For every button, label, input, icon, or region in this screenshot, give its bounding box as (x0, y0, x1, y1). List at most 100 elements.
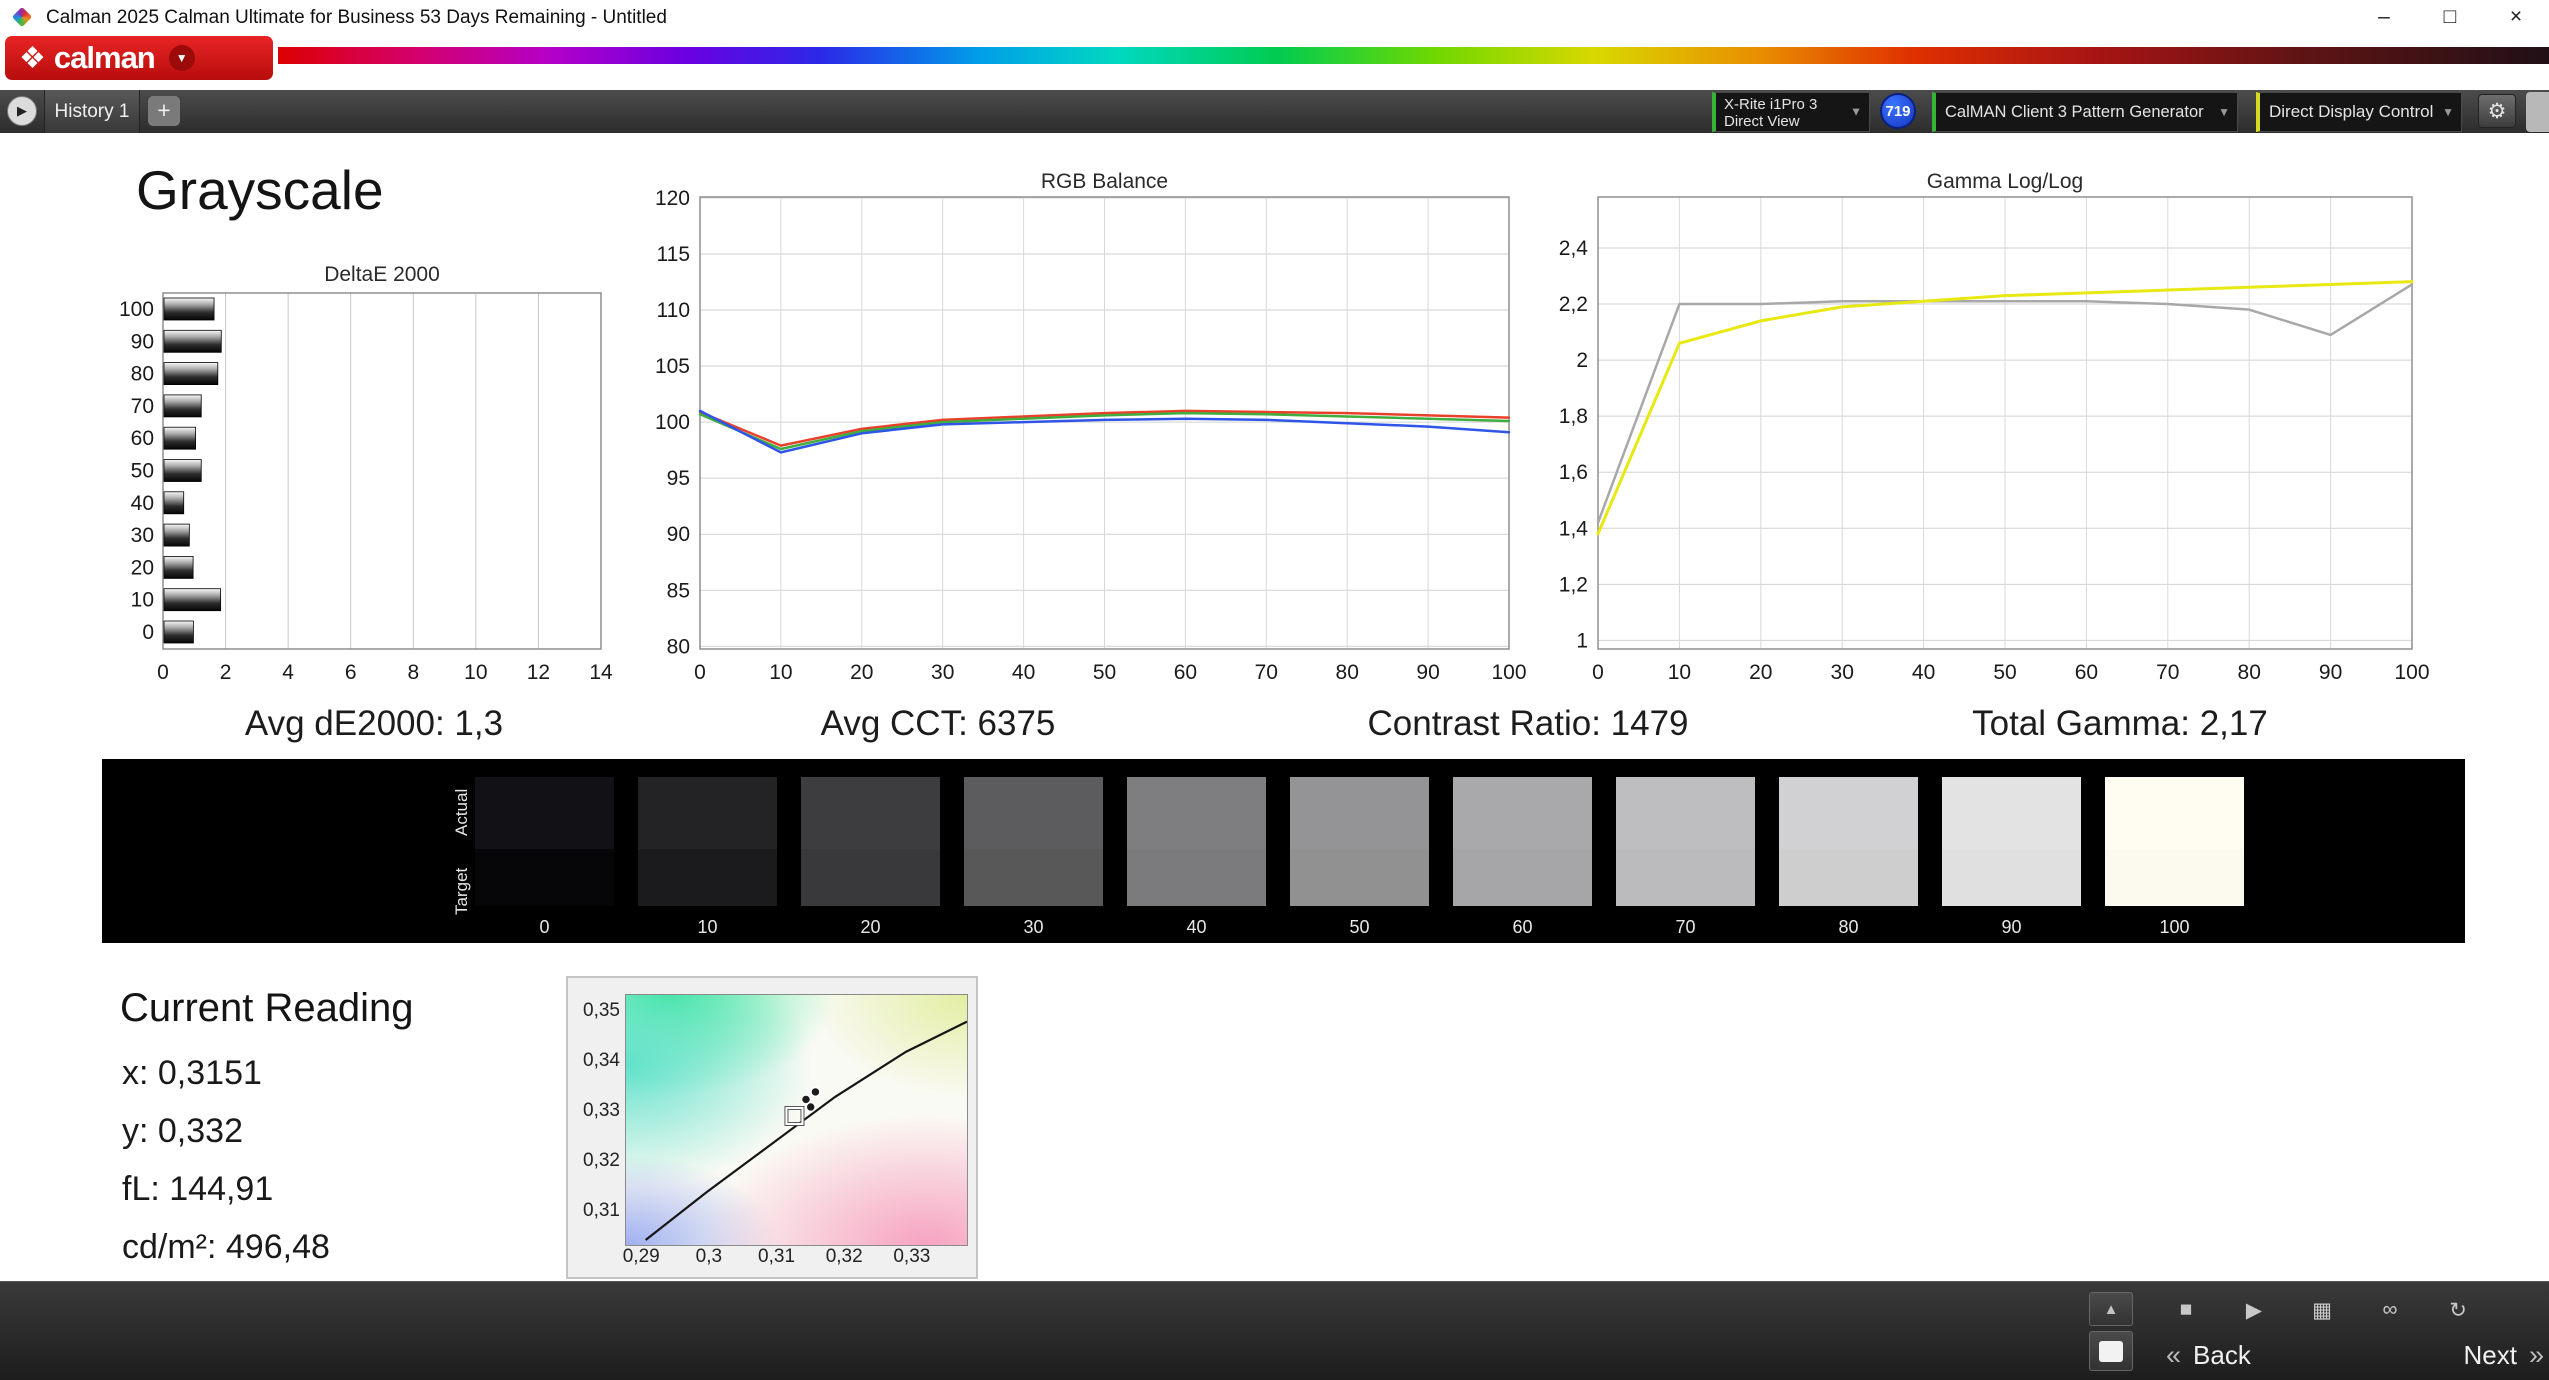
svg-text:80: 80 (2238, 661, 2261, 684)
tab-history-1[interactable]: History 1 (44, 90, 140, 133)
svg-text:1,6: 1,6 (1559, 461, 1588, 484)
grayscale-swatch-60 (1453, 777, 1592, 906)
stop-icon: ■ (2179, 1298, 2193, 1321)
svg-text:100: 100 (119, 298, 154, 321)
svg-text:10: 10 (1668, 661, 1691, 684)
swatch-target (475, 849, 614, 906)
chevron-down-icon: ▼ (2218, 105, 2230, 119)
page-title: Grayscale (136, 159, 384, 221)
pattern-window-button[interactable] (2089, 1331, 2133, 1371)
gear-icon: ⚙ (2487, 99, 2507, 123)
pattern-generator-select[interactable]: CalMAN Client 3 Pattern Generator ▼ (1932, 92, 2238, 132)
svg-text:115: 115 (657, 243, 690, 266)
swatch-actual (801, 777, 940, 849)
svg-text:6: 6 (345, 661, 357, 684)
back-label: Back (2193, 1339, 2251, 1370)
swatch-target (801, 849, 940, 906)
reading-row: y: 0,332 (122, 1112, 243, 1150)
calman-logo-text: calman (53, 40, 156, 75)
chevrons-left-icon: « (2166, 1339, 2182, 1370)
swatch-actual (1127, 777, 1266, 849)
swatch-actual (1616, 777, 1755, 849)
stop-button[interactable]: ■ (2164, 1292, 2208, 1328)
back-button[interactable]: « Back (2166, 1335, 2346, 1375)
contrast-ratio-stat: Contrast Ratio: 1479 (1367, 704, 1689, 743)
swatch-level-label: 0 (539, 917, 550, 937)
swatch-target (1127, 849, 1266, 906)
cie-y-tick: 0,33 (583, 1099, 620, 1121)
swatch-level-label: 100 (2159, 917, 2190, 937)
swatch-target (964, 849, 1103, 906)
svg-text:1,4: 1,4 (1559, 517, 1589, 540)
svg-text:0: 0 (142, 621, 154, 644)
svg-text:10: 10 (464, 661, 487, 684)
cie-x-tick: 0,31 (758, 1246, 796, 1267)
chevron-down-icon: ▼ (1850, 104, 1862, 119)
svg-text:90: 90 (1416, 661, 1439, 684)
cie-chart-panel: 0,35 0,34 0,33 0,32 0,31 0,29 0,3 0,31 0,32 0,33 (566, 976, 978, 1279)
svg-text:20: 20 (850, 661, 873, 684)
cie-x-tick: 0,32 (825, 1246, 863, 1267)
window-icon (2099, 1340, 2123, 1362)
grayscale-swatch-100 (2105, 777, 2244, 906)
cie-y-tick: 0,32 (583, 1150, 620, 1172)
history-flyout-button[interactable]: ▶ (7, 96, 37, 126)
svg-text:80: 80 (131, 363, 154, 386)
svg-text:1: 1 (1576, 629, 1588, 652)
svg-text:110: 110 (657, 299, 690, 322)
swatch-target (1290, 849, 1429, 906)
svg-text:0: 0 (157, 661, 169, 684)
svg-text:10: 10 (769, 661, 792, 684)
edge-partial-button[interactable] (2526, 92, 2549, 132)
svg-text:0: 0 (1592, 661, 1604, 684)
cie-overlay (644, 1020, 967, 1241)
cie-y-tick: 0,35 (583, 999, 620, 1021)
swatch-actual (475, 777, 614, 849)
svg-text:30: 30 (931, 661, 954, 684)
minimize-button[interactable]: – (2351, 0, 2417, 36)
settings-button[interactable]: ⚙ (2478, 94, 2516, 128)
svg-text:70: 70 (2156, 661, 2179, 684)
loop-icon: ∞ (2382, 1298, 2398, 1321)
svg-text:50: 50 (1093, 661, 1116, 684)
swatch-level-label: 60 (1512, 917, 1533, 937)
display-control-select[interactable]: Direct Display Control ▼ (2256, 92, 2462, 132)
swatch-level-label: 10 (697, 917, 718, 937)
loop-button[interactable]: ∞ (2368, 1292, 2412, 1328)
svg-text:8: 8 (407, 661, 419, 684)
svg-text:80: 80 (667, 635, 690, 658)
display-control-label: Direct Display Control (2269, 102, 2434, 121)
add-tab-button[interactable]: + (148, 96, 180, 126)
svg-text:14: 14 (589, 661, 613, 684)
swatch-actual (1942, 777, 2081, 849)
calman-menu-button[interactable]: ❖ calman ▼ (5, 36, 273, 80)
play-button[interactable]: ▶ (2232, 1292, 2276, 1328)
next-button[interactable]: Next » (2356, 1335, 2545, 1375)
svg-text:40: 40 (131, 492, 154, 515)
refresh-button[interactable]: ↻ (2436, 1292, 2480, 1328)
svg-text:20: 20 (131, 556, 154, 579)
svg-text:50: 50 (1993, 661, 2016, 684)
swatch-actual (638, 777, 777, 849)
avg-cct-stat: Avg CCT: 6375 (820, 704, 1056, 743)
cie-y-tick: 0,31 (583, 1200, 620, 1222)
meter-select[interactable]: X-Rite i1Pro 3 Direct View ▼ (1712, 92, 1870, 132)
reading-row: fL: 144,91 (122, 1170, 274, 1208)
svg-text:1,2: 1,2 (1559, 573, 1588, 596)
calman-logo-icon: ❖ (19, 41, 46, 75)
maximize-button[interactable]: □ (2417, 0, 2483, 36)
svg-text:60: 60 (131, 427, 154, 450)
window-controls: – □ × (2351, 0, 2549, 36)
collapse-panel-button[interactable]: ▲ (2089, 1292, 2133, 1326)
svg-text:100: 100 (2394, 661, 2429, 684)
svg-text:2,4: 2,4 (1559, 237, 1589, 260)
swatch-actual (1290, 777, 1429, 849)
chevrons-right-icon: » (2528, 1339, 2544, 1370)
save-icon: ▦ (2312, 1298, 2332, 1322)
save-button[interactable]: ▦ (2300, 1292, 2344, 1328)
svg-text:30: 30 (131, 524, 154, 547)
close-button[interactable]: × (2483, 0, 2549, 36)
app-icon (11, 6, 33, 28)
grayscale-swatch-strip: Actual Target 0 10 20 30 40 50 60 70 80 90 100 (102, 759, 2465, 943)
swatch-actual (964, 777, 1103, 849)
